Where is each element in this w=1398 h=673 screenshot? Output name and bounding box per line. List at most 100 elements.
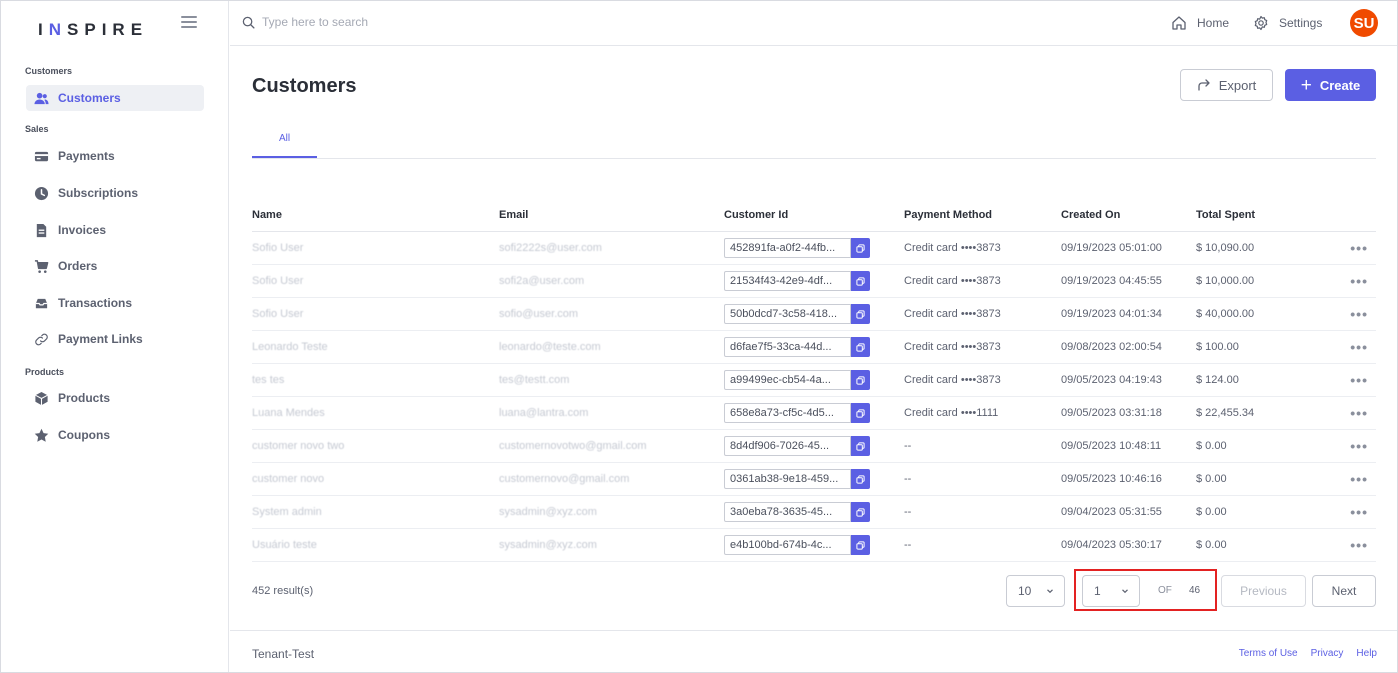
customer-email: sofi2a@user.com — [499, 275, 585, 287]
customer-name: Sofio User — [252, 308, 304, 320]
results-count: 452 result(s) — [252, 585, 314, 597]
table-row[interactable]: customer novo customernovo@gmail.com 0361a… — [252, 463, 1376, 496]
more-options-icon[interactable]: ••• — [1350, 537, 1368, 553]
table-row[interactable]: Sofio User sofi2222s@user.com 452891fa-a0f… — [252, 232, 1376, 265]
customer-id-field: 658e8a73-cf5c-4d5... — [724, 403, 904, 423]
hamburger-menu-icon[interactable] — [181, 16, 197, 30]
terms-link[interactable]: Terms of Use — [1239, 648, 1298, 659]
current-page-value: 1 — [1094, 584, 1101, 598]
top-bar: Home Settings SU — [230, 1, 1397, 46]
brand-suffix: SPIRE — [67, 20, 149, 39]
customer-id-field: 21534f43-42e9-4df... — [724, 271, 904, 291]
total-spent: $ 124.00 — [1196, 374, 1239, 386]
search-bar — [242, 15, 562, 29]
payment-method: -- — [904, 506, 912, 518]
header-customer-id[interactable]: Customer Id — [724, 209, 904, 221]
copy-icon[interactable] — [851, 502, 870, 522]
avatar[interactable]: SU — [1350, 9, 1378, 37]
copy-icon[interactable] — [851, 271, 870, 291]
inbox-icon — [33, 295, 49, 311]
page-number-select[interactable]: 1 — [1082, 575, 1140, 607]
more-options-icon[interactable]: ••• — [1350, 471, 1368, 487]
table-row[interactable]: Usuário teste sysadmin@xyz.com e4b100bd-67… — [252, 529, 1376, 562]
copy-icon[interactable] — [851, 238, 870, 258]
chevron-down-icon — [1122, 589, 1128, 594]
more-options-icon[interactable]: ••• — [1350, 240, 1368, 256]
copy-icon[interactable] — [851, 436, 870, 456]
sidebar-item-payments[interactable]: Payments — [26, 143, 204, 169]
customer-name: customer novo — [252, 473, 325, 485]
customer-email: sofi2222s@user.com — [499, 242, 602, 254]
settings-link[interactable]: Settings — [1253, 15, 1322, 31]
create-button[interactable]: + Create — [1285, 69, 1376, 101]
customer-id-value: a99499ec-cb54-4a... — [724, 370, 851, 390]
header-email[interactable]: Email — [499, 209, 724, 221]
page-size-select[interactable]: 10 — [1006, 575, 1065, 607]
header-created-on[interactable]: Created On — [1061, 209, 1196, 221]
customer-email: customernovotwo@gmail.com — [499, 440, 647, 452]
sidebar-item-transactions[interactable]: Transactions — [26, 290, 204, 316]
tab-all[interactable]: All — [252, 123, 317, 158]
header-payment-method[interactable]: Payment Method — [904, 209, 1061, 221]
help-link[interactable]: Help — [1356, 648, 1377, 659]
customer-email: luana@lantra.com — [499, 407, 589, 419]
copy-icon[interactable] — [851, 304, 870, 324]
more-options-icon[interactable]: ••• — [1350, 504, 1368, 520]
box-icon — [33, 390, 49, 406]
sidebar-item-customers[interactable]: Customers — [26, 85, 204, 111]
copy-icon[interactable] — [851, 337, 870, 357]
customer-id-value: 50b0dcd7-3c58-418... — [724, 304, 851, 324]
table-row[interactable]: customer novo two customernovotwo@gmail.c… — [252, 430, 1376, 463]
table-row[interactable]: Luana Mendes luana@lantra.com 658e8a73-cf5… — [252, 397, 1376, 430]
more-options-icon[interactable]: ••• — [1350, 339, 1368, 355]
export-button[interactable]: Export — [1180, 69, 1273, 101]
table-row[interactable]: Leonardo Teste leonardo@teste.com d6fae7f5… — [252, 331, 1376, 364]
next-button[interactable]: Next — [1312, 575, 1376, 607]
more-options-icon[interactable]: ••• — [1350, 405, 1368, 421]
copy-icon[interactable] — [851, 370, 870, 390]
home-icon — [1172, 16, 1186, 30]
payment-method: Credit card ••••3873 — [904, 341, 1001, 353]
page-size-value: 10 — [1018, 584, 1032, 598]
sidebar-item-subscriptions[interactable]: Subscriptions — [26, 180, 204, 206]
sidebar-item-payment-links[interactable]: Payment Links — [26, 326, 204, 352]
sidebar-item-products[interactable]: Products — [26, 385, 204, 411]
more-options-icon[interactable]: ••• — [1350, 306, 1368, 322]
copy-icon[interactable] — [851, 403, 870, 423]
sidebar-item-label: Coupons — [58, 428, 110, 442]
customer-id-field: 3a0eba78-3635-45... — [724, 502, 904, 522]
sidebar-item-invoices[interactable]: Invoices — [26, 217, 204, 243]
copy-icon[interactable] — [851, 535, 870, 555]
clock-icon — [33, 185, 49, 201]
brand-logo: I N SPIRE — [38, 20, 148, 40]
customer-email: leonardo@teste.com — [499, 341, 601, 353]
total-spent: $ 100.00 — [1196, 341, 1239, 353]
customer-id-value: e4b100bd-674b-4c... — [724, 535, 851, 555]
document-icon — [33, 222, 49, 238]
more-options-icon[interactable]: ••• — [1350, 372, 1368, 388]
header-name[interactable]: Name — [252, 209, 499, 221]
sidebar-item-coupons[interactable]: Coupons — [26, 422, 204, 448]
search-icon — [242, 16, 255, 29]
sidebar-item-label: Transactions — [58, 296, 133, 310]
search-input[interactable] — [262, 15, 562, 29]
table-row[interactable]: Sofio User sofi2a@user.com 21534f43-42e9-4… — [252, 265, 1376, 298]
more-options-icon[interactable]: ••• — [1350, 438, 1368, 454]
privacy-link[interactable]: Privacy — [1311, 648, 1344, 659]
table-row[interactable]: tes tes tes@testt.com a99499ec-cb54-4a... C… — [252, 364, 1376, 397]
previous-button[interactable]: Previous — [1221, 575, 1306, 607]
more-options-icon[interactable]: ••• — [1350, 273, 1368, 289]
copy-icon[interactable] — [851, 469, 870, 489]
total-spent: $ 22,455.34 — [1196, 407, 1255, 419]
home-link[interactable]: Home — [1171, 15, 1229, 31]
sidebar-item-orders[interactable]: Orders — [26, 253, 204, 279]
table-row[interactable]: System admin sysadmin@xyz.com 3a0eba78-363… — [252, 496, 1376, 529]
sidebar-item-label: Invoices — [58, 223, 107, 237]
customers-table: Name Email Customer Id Payment Method Cr… — [252, 199, 1376, 562]
total-spent: $ 0.00 — [1196, 473, 1227, 485]
header-total-spent[interactable]: Total Spent — [1196, 209, 1346, 221]
customer-name: Usuário teste — [252, 539, 317, 551]
table-row[interactable]: Sofio User sofio@user.com 50b0dcd7-3c58-41… — [252, 298, 1376, 331]
customer-name: Sofio User — [252, 275, 304, 287]
customer-id-value: 3a0eba78-3635-45... — [724, 502, 851, 522]
